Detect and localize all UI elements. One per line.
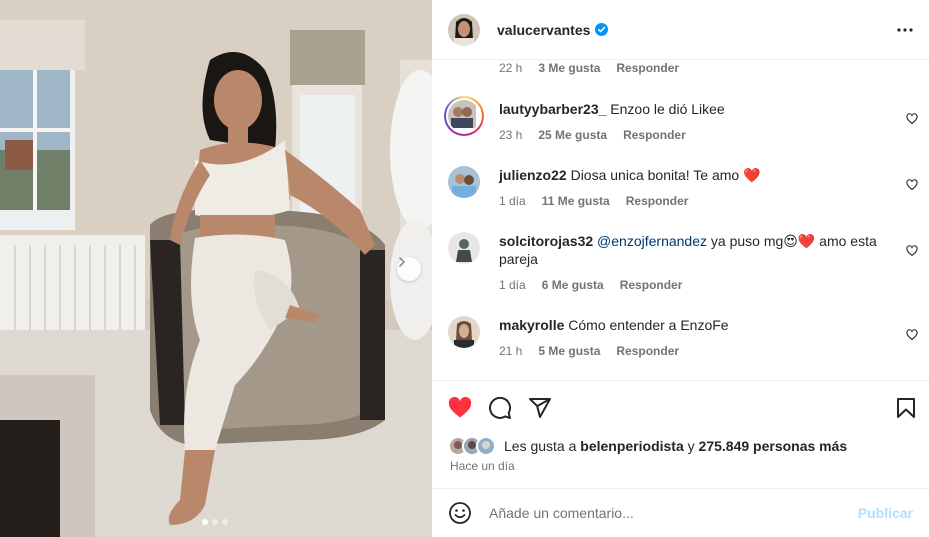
- comment-likes-count[interactable]: 6 Me gusta: [542, 278, 604, 292]
- comment-likes-count[interactable]: 5 Me gusta: [538, 344, 600, 358]
- comment-likes-count[interactable]: 3 Me gusta: [538, 61, 600, 75]
- comment-time: 1 día: [499, 278, 526, 292]
- carousel-dot: [222, 519, 228, 525]
- commenter-avatar-image: [448, 316, 480, 348]
- add-comment-input[interactable]: [489, 505, 858, 521]
- post-photo: [0, 0, 432, 537]
- reply-button[interactable]: Responder: [623, 128, 686, 142]
- comment-like-heart-icon[interactable]: [906, 245, 918, 257]
- author-avatar[interactable]: [448, 13, 480, 46]
- comment-time: 22 h: [499, 61, 523, 75]
- comments-list[interactable]: 22 h 3 Me gusta Responder lautyybarber23…: [432, 60, 929, 380]
- comment-icon[interactable]: [488, 396, 512, 420]
- comment-username[interactable]: julienzo22: [499, 167, 567, 183]
- verified-badge-icon: [595, 23, 609, 36]
- reply-button[interactable]: Responder: [626, 194, 689, 208]
- comment-time: 23 h: [499, 128, 523, 142]
- comment-like-heart-icon[interactable]: [906, 113, 918, 125]
- post-photo-illustration: [0, 0, 432, 537]
- carousel-indicator: [202, 519, 228, 525]
- commenter-avatar[interactable]: [448, 166, 480, 198]
- author-username[interactable]: valucervantes: [497, 22, 590, 38]
- liker-username[interactable]: belenperiodista: [580, 438, 683, 454]
- comment-body: julienzo22 Diosa unica bonita! Te amo ❤️: [499, 166, 879, 184]
- liker-avatar: [476, 436, 496, 456]
- comment-likes-count[interactable]: 11 Me gusta: [542, 194, 610, 208]
- reply-button[interactable]: Responder: [616, 344, 679, 358]
- comment-mention-link[interactable]: @enzojfernandez: [597, 233, 707, 249]
- likes-summary: Les gusta a belenperiodista y 275.849 pe…: [448, 436, 847, 456]
- comment-likes-count[interactable]: 25 Me gusta: [538, 128, 607, 142]
- post-comment-button[interactable]: Publicar: [858, 505, 913, 521]
- comment-item: makyrolle Cómo entender a EnzoFe 21 h 5 …: [448, 316, 918, 358]
- commenter-avatar[interactable]: [448, 316, 480, 348]
- comment-username[interactable]: makyrolle: [499, 317, 564, 333]
- comment-like-heart-icon[interactable]: [906, 329, 918, 341]
- post-header: valucervantes: [432, 0, 929, 60]
- likes-conjunction: y: [683, 438, 699, 454]
- comment-item: lautyybarber23_ Enzoo le dió Likee 23 h …: [444, 96, 918, 142]
- comment-meta: 1 día 6 Me gusta Responder: [499, 278, 918, 292]
- commenter-avatar-image: [448, 232, 480, 264]
- comment-text: Enzoo le dió Likee: [610, 101, 725, 117]
- comment-time: 1 día: [499, 194, 526, 208]
- more-horizontal-icon: [897, 28, 913, 32]
- share-icon[interactable]: [528, 396, 552, 420]
- post-timestamp[interactable]: Hace un día: [450, 459, 515, 473]
- post-details-panel: valucervantes 22 h 3 Me gusta Responder: [432, 0, 929, 537]
- comment-like-heart-icon[interactable]: [906, 179, 918, 191]
- chevron-right-icon: [399, 257, 405, 267]
- bookmark-icon[interactable]: [894, 396, 918, 420]
- carousel-dot: [212, 519, 218, 525]
- likes-prefix: Les gusta a: [504, 438, 581, 454]
- comment-body: solcitorojas32 @enzojfernandez ya puso m…: [499, 232, 879, 268]
- post-actions-bar: [448, 396, 918, 420]
- carousel-dot: [202, 519, 208, 525]
- add-comment-bar: Publicar: [432, 489, 929, 537]
- commenter-avatar-image: [448, 100, 476, 128]
- comment-text: Cómo entender a EnzoFe: [568, 317, 729, 333]
- author-avatar-image: [448, 13, 480, 46]
- comment-body: makyrolle Cómo entender a EnzoFe: [499, 316, 879, 334]
- likers-avatars: [448, 436, 500, 456]
- comment-username[interactable]: solcitorojas32: [499, 233, 593, 249]
- comment-meta: 23 h 25 Me gusta Responder: [499, 128, 918, 142]
- comment-item: solcitorojas32 @enzojfernandez ya puso m…: [448, 232, 918, 292]
- comment-item: julienzo22 Diosa unica bonita! Te amo ❤️…: [448, 166, 918, 208]
- comment-body: lautyybarber23_ Enzoo le dió Likee: [499, 100, 879, 118]
- reply-button[interactable]: Responder: [616, 61, 679, 75]
- comment-time: 21 h: [499, 344, 523, 358]
- comment-meta: 22 h 3 Me gusta Responder: [499, 61, 679, 75]
- more-options-button[interactable]: [895, 20, 915, 40]
- carousel-next-button[interactable]: [397, 257, 421, 281]
- likes-count-link[interactable]: 275.849 personas más: [699, 438, 848, 454]
- comment-meta: 21 h 5 Me gusta Responder: [499, 344, 918, 358]
- comment-username[interactable]: lautyybarber23_: [499, 101, 606, 117]
- commenter-avatar[interactable]: [444, 96, 484, 136]
- commenter-avatar-image: [448, 166, 480, 198]
- reply-button[interactable]: Responder: [620, 278, 683, 292]
- comment-text: Diosa unica bonita! Te amo ❤️: [570, 167, 761, 183]
- commenter-avatar[interactable]: [448, 232, 480, 264]
- emoji-icon[interactable]: [448, 501, 472, 525]
- likes-text: Les gusta a belenperiodista y 275.849 pe…: [504, 438, 847, 454]
- comment-meta: 1 día 11 Me gusta Responder: [499, 194, 918, 208]
- heart-icon[interactable]: [448, 396, 472, 420]
- divider: [432, 380, 929, 381]
